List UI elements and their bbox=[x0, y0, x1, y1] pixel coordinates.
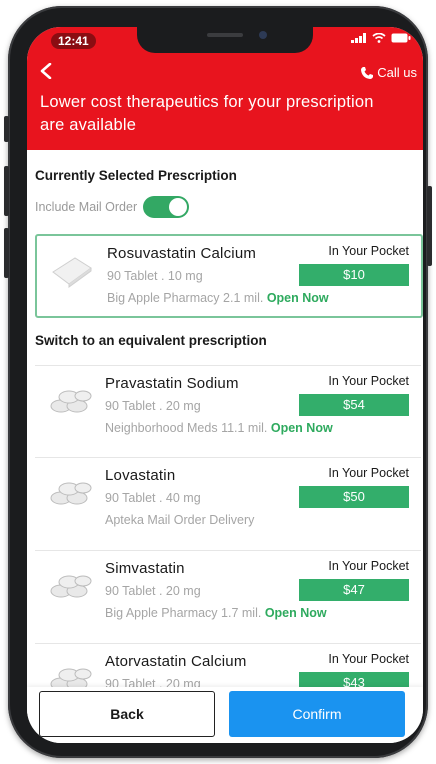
back-arrow-icon[interactable] bbox=[39, 63, 53, 79]
signal-icon bbox=[351, 33, 366, 43]
phone-icon bbox=[361, 66, 374, 79]
mail-order-row: Include Mail Order bbox=[35, 196, 190, 218]
toggle-knob bbox=[169, 198, 188, 216]
open-status: Open Now bbox=[264, 606, 327, 620]
drug-quantity: 90 Tablet . 20 mg bbox=[105, 584, 201, 598]
power-button bbox=[427, 186, 432, 266]
pill-icon bbox=[50, 575, 92, 598]
drug-name: Atorvastatin Calcium bbox=[105, 653, 247, 670]
pharmacy-line: Neighborhood Meds 11.1 mil. Open Now bbox=[105, 421, 333, 435]
call-us-button[interactable]: Call us bbox=[360, 65, 417, 80]
pharmacy-name: Big Apple Pharmacy bbox=[107, 291, 220, 305]
open-status: Open Now bbox=[270, 421, 333, 435]
pharmacy-line: Big Apple Pharmacy 2.1 mil. Open Now bbox=[107, 291, 329, 305]
price-badge: $47 bbox=[299, 579, 409, 601]
pharmacy-distance: 1.7 mil. bbox=[221, 606, 262, 620]
volume-up-button bbox=[4, 166, 9, 216]
price-badge: $54 bbox=[299, 394, 409, 416]
headline: Lower cost therapeutics for your prescri… bbox=[40, 93, 374, 134]
pharmacy-name: Apteka Mail Order Delivery bbox=[105, 513, 255, 527]
call-us-label: Call us bbox=[377, 65, 417, 80]
drug-name: Pravastatin Sodium bbox=[105, 375, 239, 392]
confirm-button[interactable]: Confirm bbox=[229, 691, 405, 737]
price-badge: $10 bbox=[299, 264, 409, 286]
speaker bbox=[207, 33, 243, 37]
drug-quantity: 90 Tablet . 40 mg bbox=[105, 491, 201, 505]
price-badge: $50 bbox=[299, 486, 409, 508]
app-screen: 12:41 Call us Lower cost therapeutics fo… bbox=[27, 27, 423, 743]
mail-order-label: Include Mail Order bbox=[35, 200, 138, 214]
volume-down-button bbox=[4, 228, 9, 278]
pocket-label: In Your Pocket bbox=[328, 374, 409, 388]
open-status: Open Now bbox=[266, 291, 329, 305]
pharmacy-line: Apteka Mail Order Delivery bbox=[105, 513, 254, 527]
wifi-icon bbox=[372, 33, 386, 43]
back-button[interactable]: Back bbox=[39, 691, 215, 737]
alternative-card[interactable]: Pravastatin Sodium 90 Tablet . 20 mg Nei… bbox=[35, 365, 421, 456]
drug-name: Simvastatin bbox=[105, 560, 185, 577]
mail-order-toggle[interactable] bbox=[143, 196, 190, 218]
pocket-label: In Your Pocket bbox=[328, 652, 409, 666]
pharmacy-name: Neighborhood Meds bbox=[105, 421, 218, 435]
current-section-title: Currently Selected Prescription bbox=[35, 168, 237, 183]
notch bbox=[137, 27, 313, 53]
status-time: 12:41 bbox=[51, 33, 96, 49]
alternative-card[interactable]: Lovastatin 90 Tablet . 40 mg Apteka Mail… bbox=[35, 457, 421, 548]
pill-icon bbox=[50, 482, 92, 505]
pill-icon bbox=[50, 390, 92, 413]
switch-section-title: Switch to an equivalent prescription bbox=[35, 333, 267, 348]
pharmacy-name: Big Apple Pharmacy bbox=[105, 606, 218, 620]
drug-name: Rosuvastatin Calcium bbox=[107, 245, 257, 262]
status-icons bbox=[351, 33, 411, 43]
drug-quantity: 90 Tablet . 10 mg bbox=[107, 269, 203, 283]
header: 12:41 Call us Lower cost therapeutics fo… bbox=[27, 27, 423, 150]
pharmacy-distance: 11.1 mil. bbox=[221, 421, 268, 435]
pharmacy-distance: 2.1 mil. bbox=[223, 291, 264, 305]
pharmacy-line: Big Apple Pharmacy 1.7 mil. Open Now bbox=[105, 606, 327, 620]
selected-prescription-card[interactable]: Rosuvastatin Calcium 90 Tablet . 10 mg B… bbox=[35, 234, 423, 318]
drug-quantity: 90 Tablet . 20 mg bbox=[105, 399, 201, 413]
mute-switch bbox=[4, 116, 9, 142]
action-bar: Back Confirm bbox=[27, 687, 423, 743]
drug-name: Lovastatin bbox=[105, 467, 176, 484]
pocket-label: In Your Pocket bbox=[328, 244, 409, 258]
battery-icon bbox=[391, 33, 411, 43]
pocket-label: In Your Pocket bbox=[328, 559, 409, 573]
pill-icon bbox=[52, 257, 92, 288]
pocket-label: In Your Pocket bbox=[328, 466, 409, 480]
front-camera bbox=[259, 31, 267, 39]
alternative-card[interactable]: Simvastatin 90 Tablet . 20 mg Big Apple … bbox=[35, 550, 421, 641]
